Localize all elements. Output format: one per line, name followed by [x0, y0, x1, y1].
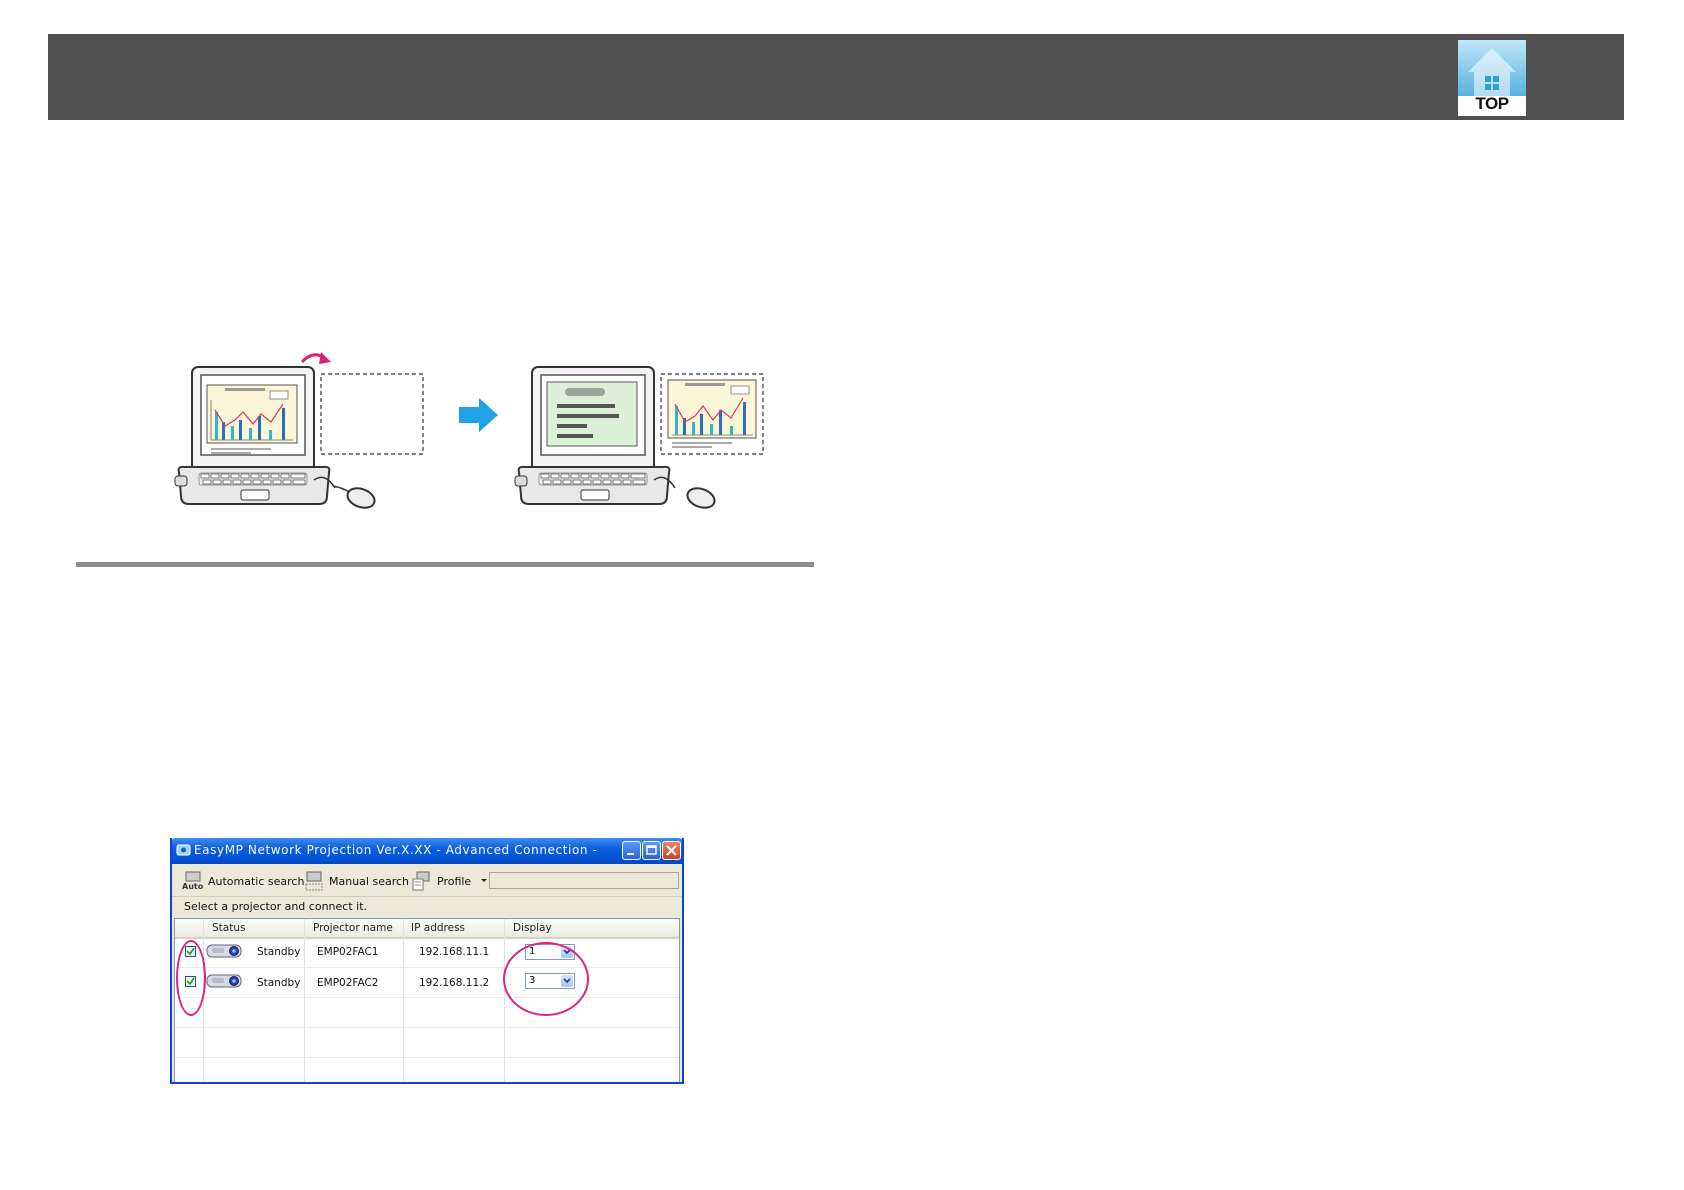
rotate-arrow-icon [300, 352, 331, 364]
auto-search-icon: Auto [182, 870, 204, 892]
manual-search-button[interactable]: Manual search [303, 870, 409, 892]
automatic-search-button[interactable]: Auto Automatic search [182, 870, 304, 892]
minimize-icon [627, 853, 634, 855]
column-header-ip-address[interactable]: IP address [411, 922, 465, 934]
dialog-toolbar: Auto Automatic search Manual search Prof… [172, 864, 682, 897]
profile-icon [411, 870, 433, 892]
column-header-projector-name[interactable]: Projector name [313, 922, 393, 934]
minimize-button[interactable] [622, 841, 641, 860]
multi-display-illustration [165, 340, 775, 520]
column-header-status[interactable]: Status [212, 922, 245, 934]
laptop-icon [174, 366, 331, 505]
manual-search-icon [303, 870, 325, 892]
status-text: Standby [257, 946, 301, 958]
top-button[interactable]: TOP [1458, 40, 1526, 116]
ip-address: 192.168.11.2 [419, 977, 490, 989]
arrow-right-icon [459, 398, 498, 432]
auto-icon-text: Auto [182, 882, 204, 891]
display-callout [503, 942, 589, 1016]
close-icon [666, 845, 677, 856]
top-label: TOP [1475, 94, 1509, 113]
projector-name: EMP02FAC1 [317, 946, 379, 958]
projector-icon [206, 974, 242, 988]
maximize-button[interactable] [642, 841, 661, 860]
advanced-connection-dialog: EasyMP Network Projection Ver.X.XX - Adv… [170, 838, 684, 1084]
profile-button[interactable]: Profile [411, 870, 491, 892]
status-text: Standby [257, 977, 301, 989]
projector-name: EMP02FAC2 [317, 977, 379, 989]
laptop-icon [514, 366, 764, 509]
close-button[interactable] [662, 841, 681, 860]
manual-search-label: Manual search [329, 874, 410, 888]
ip-address: 192.168.11.1 [419, 946, 490, 958]
projector-list: Status Projector name IP address Display [174, 918, 680, 1082]
column-header-display[interactable]: Display [513, 922, 552, 934]
checkbox-callout [176, 940, 206, 1016]
app-icon [176, 844, 191, 856]
empty-display-frame [320, 373, 424, 455]
header-bar [48, 34, 1624, 120]
dialog-titlebar[interactable]: EasyMP Network Projection Ver.X.XX - Adv… [172, 838, 682, 864]
projector-icon [206, 944, 242, 958]
section-divider [76, 562, 814, 567]
automatic-search-label: Automatic search [208, 874, 305, 888]
profile-field[interactable] [489, 872, 679, 889]
list-header: Status Projector name IP address Display [175, 919, 679, 939]
maximize-icon [646, 845, 657, 855]
profile-label: Profile [437, 874, 472, 888]
instruction-text: Select a projector and connect it. [184, 900, 367, 913]
dialog-title: EasyMP Network Projection Ver.X.XX - Adv… [194, 843, 598, 857]
